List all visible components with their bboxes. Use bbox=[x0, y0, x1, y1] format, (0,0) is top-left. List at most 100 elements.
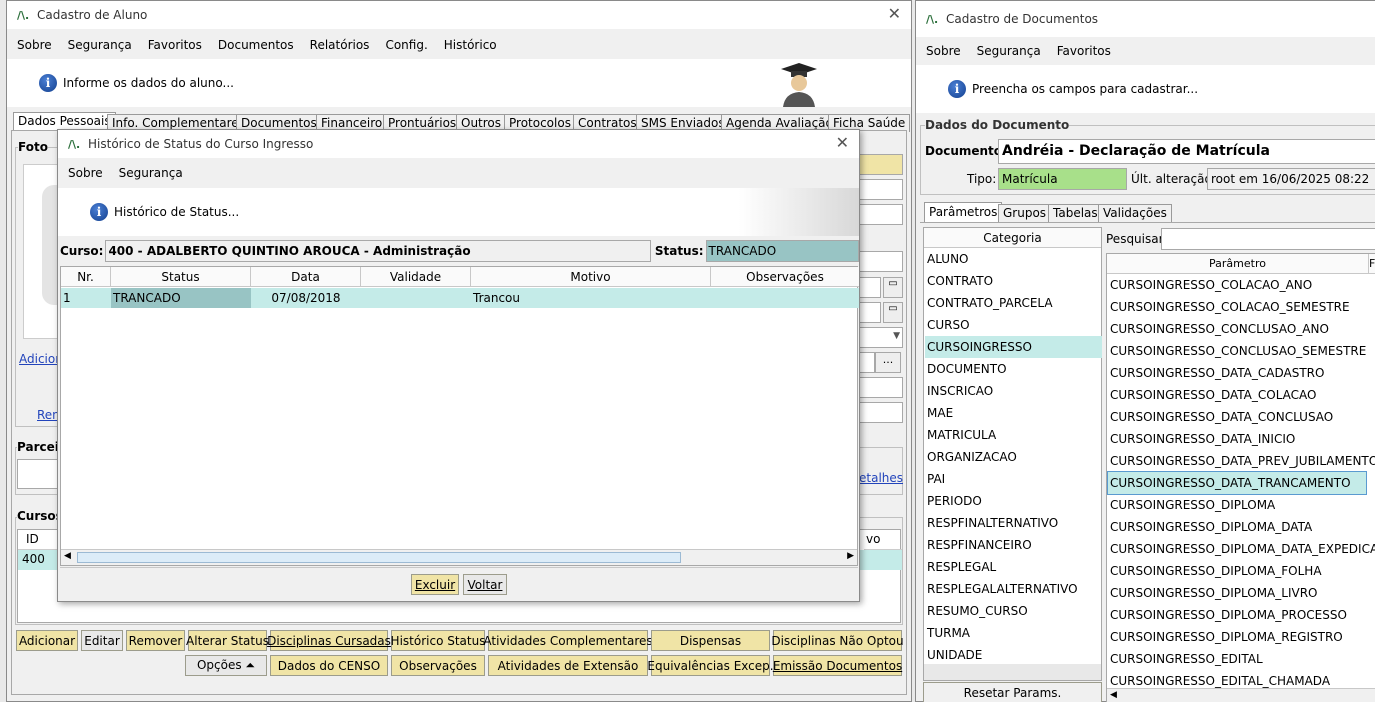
list-item[interactable]: CURSOINGRESSO_DIPLOMA_PROCESSO bbox=[1108, 604, 1366, 626]
documento-field[interactable]: Andréia - Declaração de Matrícula bbox=[998, 139, 1375, 164]
adicionar-foto-link[interactable]: Adicior bbox=[19, 352, 60, 366]
resetar-params-button[interactable]: Resetar Params. bbox=[923, 682, 1102, 702]
tab-grupos[interactable]: Grupos bbox=[998, 204, 1052, 223]
detalhes-link[interactable]: etalhes bbox=[859, 471, 903, 485]
ellipsis-button[interactable]: ... bbox=[875, 352, 901, 373]
atividades-complementares-button[interactable]: Atividades Complementares bbox=[483, 630, 653, 651]
remover-button[interactable]: Remover bbox=[126, 630, 185, 651]
historico-status-button[interactable]: Histórico Status bbox=[391, 630, 485, 651]
list-item[interactable]: CURSOINGRESSO_EDITAL bbox=[1108, 648, 1366, 670]
col-status[interactable]: Status bbox=[111, 267, 251, 287]
pesquisar-input[interactable] bbox=[1161, 228, 1375, 250]
equivalencias-button[interactable]: Equivalências Excep. bbox=[647, 655, 774, 676]
field-r3[interactable] bbox=[859, 204, 903, 225]
menu-seguranca[interactable]: Segurança bbox=[68, 38, 132, 52]
list-item[interactable]: CURSOINGRESSO_DIPLOMA_FOLHA bbox=[1108, 560, 1366, 582]
menu-favoritos[interactable]: Favoritos bbox=[148, 38, 202, 52]
list-item[interactable]: ORGANIZACAO bbox=[925, 446, 1102, 468]
list-item[interactable]: CURSOINGRESSO_DATA_TRANCAMENTO bbox=[1107, 471, 1367, 495]
list-item[interactable]: MATRICULA bbox=[925, 424, 1102, 446]
editar-button[interactable]: Editar bbox=[81, 630, 123, 651]
list-item[interactable]: CURSOINGRESSO_DIPLOMA_LIVRO bbox=[1108, 582, 1366, 604]
list-item[interactable]: MAE bbox=[925, 402, 1102, 424]
close-icon[interactable]: ✕ bbox=[836, 133, 849, 152]
field-r2[interactable] bbox=[859, 179, 903, 200]
list-item[interactable]: CURSOINGRESSO_COLACAO_ANO bbox=[1108, 274, 1366, 296]
list-item[interactable]: CURSOINGRESSO_COLACAO_SEMESTRE bbox=[1108, 296, 1366, 318]
disciplinas-nao-optou-button[interactable]: Disciplinas Não Optou bbox=[771, 630, 904, 651]
list-item[interactable]: CURSOINGRESSO_DATA_PREV_JUBILAMENTO bbox=[1108, 450, 1375, 472]
list-item[interactable]: PAI bbox=[925, 468, 1102, 490]
list-item[interactable]: CURSOINGRESSO_DIPLOMA_DATA bbox=[1108, 516, 1366, 538]
menu-favoritos[interactable]: Favoritos bbox=[1057, 44, 1111, 58]
field-r4[interactable] bbox=[859, 251, 903, 272]
list-item[interactable]: CURSOINGRESSO_DATA_CADASTRO bbox=[1108, 362, 1366, 384]
field-r9[interactable] bbox=[859, 377, 903, 398]
adicionar-button[interactable]: Adicionar bbox=[16, 630, 78, 651]
list-item[interactable]: CONTRATO bbox=[925, 270, 1102, 292]
list-item[interactable]: CURSOINGRESSO_DATA_INICIO bbox=[1108, 428, 1366, 450]
tab-dados-pessoais[interactable]: Dados Pessoais bbox=[13, 112, 116, 130]
calendar-icon[interactable]: ▭ bbox=[883, 277, 903, 298]
menu-config[interactable]: Config. bbox=[385, 38, 427, 52]
dispensas-button[interactable]: Dispensas bbox=[651, 630, 770, 651]
list-item[interactable]: RESPLEGALALTERNATIVO bbox=[925, 578, 1102, 600]
combo-r7[interactable]: ▼ bbox=[859, 327, 903, 348]
field-r10[interactable] bbox=[859, 402, 903, 423]
menu-seguranca[interactable]: Segurança bbox=[119, 166, 183, 180]
horizontal-scrollbar[interactable]: ◀ ▶ bbox=[61, 549, 857, 565]
list-item[interactable]: CURSOINGRESSO_CONCLUSAO_ANO bbox=[1108, 318, 1366, 340]
list-item[interactable]: INSCRICAO bbox=[925, 380, 1102, 402]
scroll-thumb[interactable] bbox=[77, 552, 681, 563]
list-item[interactable]: DOCUMENTO bbox=[925, 358, 1102, 380]
parametro-scrollbar[interactable]: ◀ bbox=[1107, 688, 1375, 702]
table-row[interactable]: 1 TRANCADO 07/08/2018 Trancou bbox=[61, 288, 859, 308]
menu-relatorios[interactable]: Relatórios bbox=[310, 38, 370, 52]
field-r1[interactable] bbox=[859, 154, 903, 175]
col-observacoes[interactable]: Observações bbox=[711, 267, 859, 287]
menu-sobre[interactable]: Sobre bbox=[68, 166, 103, 180]
list-item[interactable]: CONTRATO_PARCELA bbox=[925, 292, 1102, 314]
tipo-field[interactable]: Matrícula bbox=[998, 168, 1127, 190]
col-motivo[interactable]: Motivo bbox=[471, 267, 711, 287]
voltar-button[interactable]: Voltar bbox=[463, 574, 507, 595]
menu-sobre[interactable]: Sobre bbox=[926, 44, 961, 58]
menu-seguranca[interactable]: Segurança bbox=[977, 44, 1041, 58]
list-item[interactable]: PERIODO bbox=[925, 490, 1102, 512]
menu-sobre[interactable]: Sobre bbox=[17, 38, 52, 52]
list-item[interactable]: RESPFINALTERNATIVO bbox=[925, 512, 1102, 534]
dados-censo-button[interactable]: Dados do CENSO bbox=[270, 655, 388, 676]
scroll-left-icon[interactable]: ◀ bbox=[64, 551, 71, 561]
alterar-status-button[interactable]: Alterar Status bbox=[186, 630, 269, 651]
list-item[interactable]: ALUNO bbox=[925, 248, 1102, 270]
field-r8[interactable] bbox=[859, 352, 875, 373]
calendar-icon-2[interactable]: ▭ bbox=[883, 302, 903, 323]
list-item[interactable]: UNIDADE bbox=[925, 644, 1102, 666]
tab-parametros[interactable]: Parâmetros bbox=[924, 202, 1003, 223]
col-validade[interactable]: Validade bbox=[361, 267, 471, 287]
list-item[interactable]: CURSOINGRESSO_DATA_CONCLUSAO bbox=[1108, 406, 1366, 428]
tab-validacoes[interactable]: Validações bbox=[1098, 204, 1172, 223]
col-data[interactable]: Data bbox=[251, 267, 361, 287]
scroll-left-icon[interactable]: ◀ bbox=[1110, 690, 1117, 700]
excluir-button[interactable]: Excluir bbox=[411, 574, 459, 595]
col-nr[interactable]: Nr. bbox=[61, 267, 111, 287]
list-item[interactable]: CURSO bbox=[925, 314, 1102, 336]
field-r5[interactable] bbox=[859, 277, 881, 298]
list-item[interactable]: CURSOINGRESSO_DATA_COLACAO bbox=[1108, 384, 1366, 406]
opcoes-button[interactable]: Opções ⏶ bbox=[185, 655, 267, 676]
list-item[interactable]: TURMA bbox=[925, 622, 1102, 644]
list-item[interactable]: CURSOINGRESSO_DIPLOMA bbox=[1108, 494, 1366, 516]
list-item[interactable]: CURSOINGRESSO_CONCLUSAO_SEMESTRE bbox=[1108, 340, 1366, 362]
list-item[interactable]: RESPLEGAL bbox=[925, 556, 1102, 578]
tab-tabelas[interactable]: Tabelas bbox=[1048, 204, 1103, 223]
emissao-documentos-button[interactable]: Emissão Documentos bbox=[773, 655, 902, 676]
disciplinas-cursadas-button[interactable]: Disciplinas Cursadas bbox=[267, 630, 391, 651]
close-icon[interactable]: ✕ bbox=[888, 4, 901, 23]
list-item[interactable]: RESUMO_CURSO bbox=[925, 600, 1102, 622]
list-item[interactable]: CURSOINGRESSO bbox=[925, 336, 1102, 358]
list-item[interactable]: RESPFINANCEIRO bbox=[925, 534, 1102, 556]
atividades-extensao-button[interactable]: Atividades de Extensão bbox=[488, 655, 648, 676]
field-r6[interactable] bbox=[859, 302, 881, 323]
menu-historico[interactable]: Histórico bbox=[444, 38, 497, 52]
